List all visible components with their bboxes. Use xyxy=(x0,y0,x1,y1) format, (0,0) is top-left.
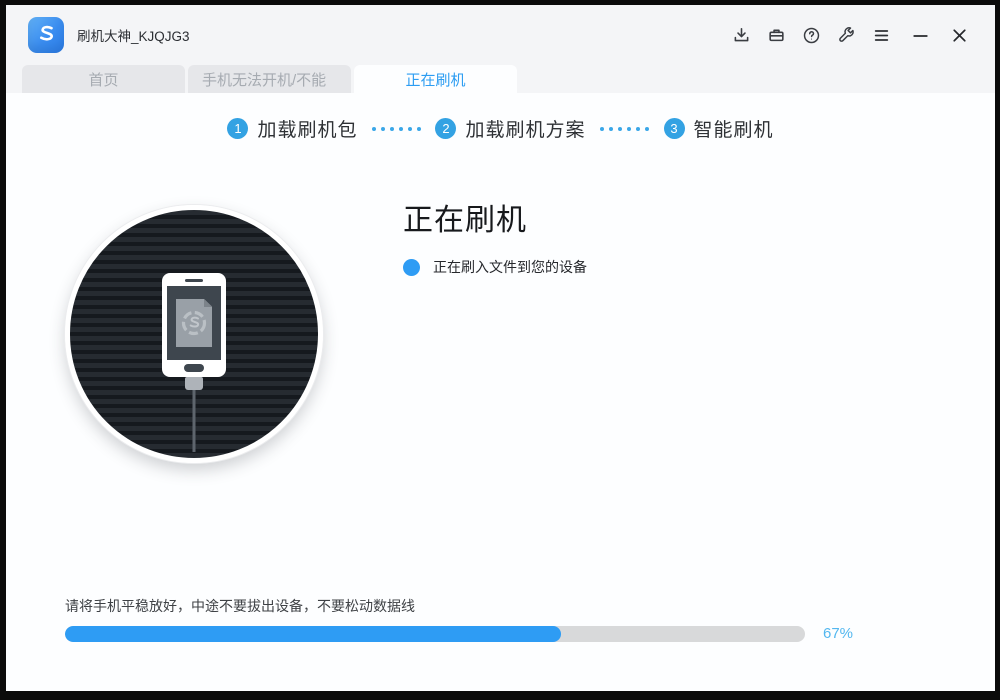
close-button[interactable] xyxy=(947,23,971,47)
status-text: 正在刷入文件到您的设备 xyxy=(433,257,587,277)
step-3-circle: 3 xyxy=(664,118,685,139)
warning-text: 请将手机平稳放好，中途不要拔出设备，不要松动数据线 xyxy=(65,596,853,616)
tab-flashing-active[interactable]: 正在刷机 xyxy=(354,65,517,93)
progress-section: 请将手机平稳放好，中途不要拔出设备，不要松动数据线 67% xyxy=(65,596,853,642)
flashing-illustration xyxy=(65,205,323,463)
wrench-icon xyxy=(837,26,856,45)
tab-label: 手机无法开机/不能 xyxy=(202,69,326,90)
hamburger-menu-icon xyxy=(872,26,891,45)
usb-cable xyxy=(193,390,196,452)
close-icon xyxy=(950,26,969,45)
step-1: 1 加载刷机包 xyxy=(227,115,357,142)
step-1-label: 加载刷机包 xyxy=(257,115,357,142)
step-2-circle: 2 xyxy=(435,118,456,139)
step-separator-dots xyxy=(598,127,652,131)
download-button[interactable] xyxy=(729,23,753,47)
tab-phone-cannot-boot[interactable]: 手机无法开机/不能 xyxy=(188,65,351,93)
toolbox-button[interactable] xyxy=(764,23,788,47)
step-2-label: 加载刷机方案 xyxy=(465,115,585,142)
progress-percent: 67% xyxy=(823,625,853,642)
help-icon xyxy=(802,26,821,45)
phone-screen xyxy=(167,286,221,360)
s-logo-icon xyxy=(33,22,59,48)
step-1-circle: 1 xyxy=(227,118,248,139)
help-button[interactable] xyxy=(799,23,823,47)
app-logo s-lightning-logo xyxy=(28,17,64,53)
minimize-icon xyxy=(911,26,930,45)
progress-row: 67% xyxy=(65,625,853,642)
download-icon xyxy=(732,26,751,45)
page-title: 正在刷机 xyxy=(403,195,587,239)
step-indicator: 1 加载刷机包 2 加载刷机方案 3 智能刷机 xyxy=(6,115,995,142)
menu-button[interactable] xyxy=(869,23,893,47)
progress-bar xyxy=(65,626,805,642)
toolbox-icon xyxy=(767,26,786,45)
file-fold-corner xyxy=(204,299,212,307)
minimize-button[interactable] xyxy=(908,23,932,47)
tab-home[interactable]: 首页 xyxy=(22,65,185,93)
app-window: 刷机大神_KJQJG3 xyxy=(6,5,995,691)
phone-home-button xyxy=(184,364,204,372)
main-content: 1 加载刷机包 2 加载刷机方案 3 智能刷机 xyxy=(6,93,995,691)
tab-bar: 首页 手机无法开机/不能 正在刷机 xyxy=(6,65,995,93)
firmware-file-icon xyxy=(176,299,212,347)
repair-tools-button[interactable] xyxy=(834,23,858,47)
step-separator-dots xyxy=(369,127,423,131)
titlebar: 刷机大神_KJQJG3 xyxy=(6,5,995,65)
status-block: 正在刷机 正在刷入文件到您的设备 xyxy=(403,195,587,277)
status-bullet-icon xyxy=(403,259,420,276)
window-title: 刷机大神_KJQJG3 xyxy=(77,25,190,45)
step-3-label: 智能刷机 xyxy=(694,115,774,142)
step-3: 3 智能刷机 xyxy=(664,115,774,142)
phone-speaker xyxy=(185,279,203,282)
status-row: 正在刷入文件到您的设备 xyxy=(403,257,587,277)
step-2: 2 加载刷机方案 xyxy=(435,115,585,142)
swirl-s-watermark-icon xyxy=(179,308,209,338)
progress-fill xyxy=(65,626,561,642)
phone-illustration xyxy=(162,273,226,377)
usb-plug xyxy=(185,377,203,390)
